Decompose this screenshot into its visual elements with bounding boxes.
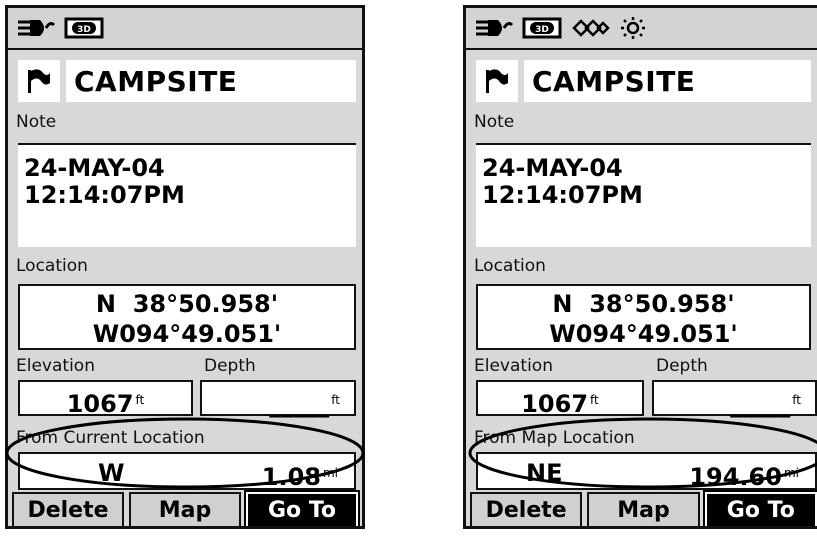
waypoint-name-row: CAMPSITE	[476, 58, 811, 104]
latitude: N 38°50.958'	[95, 290, 279, 318]
backlight-icon	[621, 17, 645, 39]
location-field[interactable]: N 38°50.958' W094°49.051'	[476, 284, 811, 350]
waypoint-symbol[interactable]	[18, 60, 60, 102]
depth-value: _____	[730, 390, 791, 418]
action-buttons: Delete Map Go To	[470, 492, 817, 526]
note-line-time: 12:14:07PM	[482, 181, 643, 209]
location-label: Location	[16, 256, 88, 276]
elevation-field[interactable]: 1067 ft	[476, 380, 644, 418]
waypoint-symbol[interactable]	[476, 60, 518, 102]
from-location-label: From Current Location	[16, 428, 205, 448]
note-label: Note	[474, 112, 515, 132]
distance-value: 194.60 mi	[689, 463, 799, 491]
longitude: W094°49.051'	[92, 320, 282, 348]
elevation-label: Elevation	[474, 356, 553, 376]
depth-field[interactable]: _____ ft	[200, 380, 356, 418]
status-bar: 3D	[8, 8, 362, 50]
note-line-time: 12:14:07PM	[24, 181, 185, 209]
svg-text:3D: 3D	[535, 25, 549, 35]
power-plug-icon	[18, 20, 56, 36]
depth-value: _____	[269, 390, 330, 418]
goto-button[interactable]: Go To	[704, 492, 817, 526]
depth-label: Depth	[656, 356, 708, 376]
waypoint-name-field[interactable]: CAMPSITE	[66, 60, 356, 102]
bearing-direction: W	[98, 459, 125, 487]
note-field[interactable]: 24-MAY-04 12:14:07PM	[476, 143, 811, 247]
location-label: Location	[474, 256, 546, 276]
goto-button[interactable]: Go To	[246, 492, 358, 526]
gps-screen-right: 3D CAMPSITE Note 24-MAY-04 12:14:07PM Lo…	[463, 5, 817, 529]
waas-icon	[572, 19, 610, 37]
action-buttons: Delete Map Go To	[12, 492, 358, 526]
note-line-date: 24-MAY-04	[482, 154, 623, 182]
depth-field[interactable]: _____ ft	[652, 380, 817, 418]
waypoint-name-field[interactable]: CAMPSITE	[524, 60, 811, 102]
elevation-unit: ft	[590, 393, 599, 407]
note-label: Note	[16, 112, 57, 132]
3d-fix-icon: 3D	[64, 17, 104, 39]
waypoint-name-row: CAMPSITE	[18, 58, 356, 104]
bearing-direction: NE	[526, 459, 563, 487]
distance-value: 1.08 mi	[261, 463, 338, 491]
longitude: W094°49.051'	[549, 320, 738, 348]
elevation-field[interactable]: 1067 ft	[18, 380, 193, 418]
bearing-distance-field: NE 194.60 mi	[476, 452, 817, 491]
delete-button[interactable]: Delete	[470, 492, 583, 526]
depth-label: Depth	[204, 356, 256, 376]
depth-unit: ft	[331, 393, 340, 407]
depth-unit: ft	[792, 393, 801, 407]
elevation-value: 1067	[521, 390, 589, 418]
bearing-distance-field: W 1.08 mi	[18, 452, 356, 491]
elevation-unit: ft	[135, 393, 145, 407]
gps-screen-left: 3D CAMPSITE Note 24-MAY-04 12:14:07PM Lo…	[5, 5, 365, 529]
from-location-label: From Map Location	[474, 428, 635, 448]
delete-button[interactable]: Delete	[12, 492, 124, 526]
map-button[interactable]: Map	[587, 492, 700, 526]
latitude: N 38°50.958'	[552, 290, 735, 318]
3d-fix-icon: 3D	[522, 17, 562, 39]
flag-icon	[28, 69, 50, 93]
status-bar: 3D	[466, 8, 817, 50]
flag-icon	[486, 69, 508, 93]
svg-text:3D: 3D	[77, 25, 91, 35]
power-plug-icon	[476, 20, 514, 36]
elevation-label: Elevation	[16, 356, 95, 376]
map-button[interactable]: Map	[129, 492, 241, 526]
elevation-value: 1067	[66, 390, 134, 418]
location-field[interactable]: N 38°50.958' W094°49.051'	[18, 284, 356, 350]
note-field[interactable]: 24-MAY-04 12:14:07PM	[18, 143, 356, 247]
note-line-date: 24-MAY-04	[24, 154, 165, 182]
